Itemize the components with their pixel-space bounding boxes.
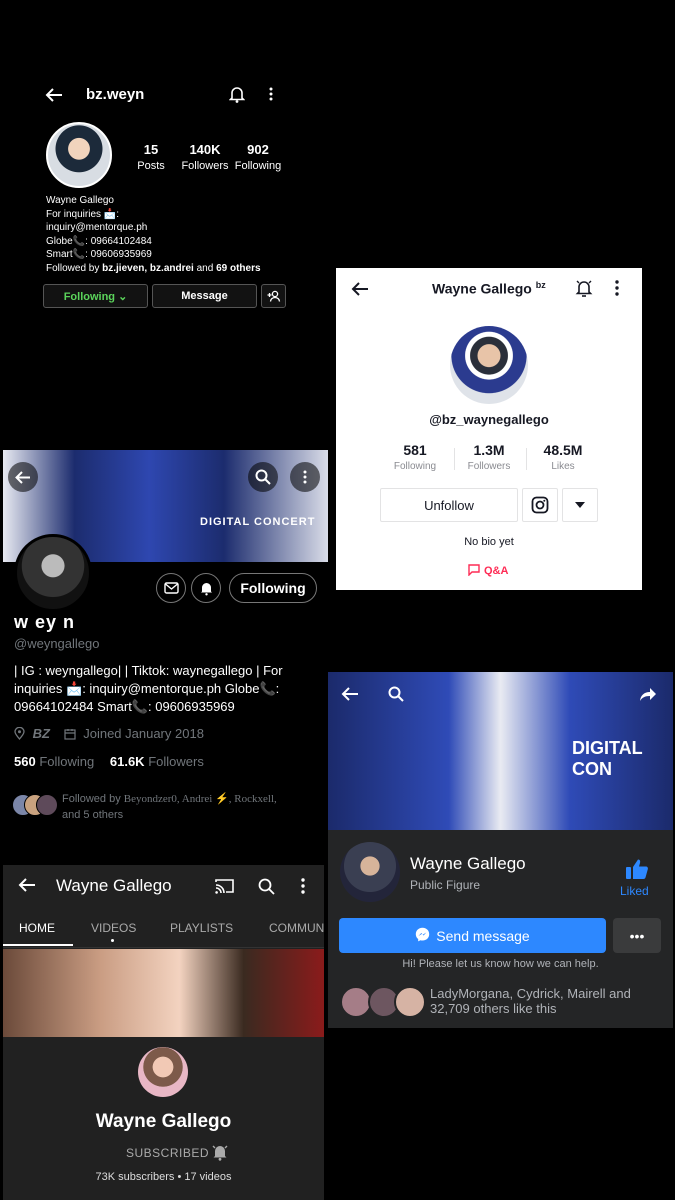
facebook-avatar[interactable] [340, 842, 400, 902]
twitter-location: BZ [32, 726, 50, 741]
add-person-icon[interactable] [261, 284, 286, 308]
youtube-avatar[interactable] [138, 1047, 188, 1097]
twitter-avatar[interactable] [14, 534, 92, 612]
tiktok-handle: @bz_waynegallego [429, 412, 549, 427]
search-icon[interactable] [255, 875, 277, 897]
tab-community[interactable]: COMMUN [269, 921, 324, 935]
tab-videos[interactable]: VIDEOS [91, 921, 136, 935]
twitter-meta: BZ Joined January 2018 [14, 726, 204, 743]
youtube-channel-title: Wayne Gallego [56, 876, 172, 895]
search-icon[interactable] [248, 462, 278, 492]
facebook-page: DIGITAL CON Wayne Gallego Public Figure … [328, 672, 673, 1028]
facebook-cover-text: DIGITAL CON [572, 738, 643, 779]
back-arrow-icon[interactable] [17, 875, 37, 895]
twitter-bio: | IG : weyngallego| | Tiktok: waynegalle… [14, 663, 283, 714]
youtube-banner-image [3, 949, 324, 1037]
location-pin-icon [14, 726, 25, 743]
tiktok-stat-following[interactable]: 581 Following [386, 442, 444, 472]
ig-display-name: Wayne Gallego [46, 195, 114, 206]
twitter-counts[interactable]: 560 Following 61.6K Followers [14, 754, 204, 769]
facebook-page-name: Wayne Gallego [410, 854, 526, 873]
bell-icon[interactable] [574, 278, 594, 298]
bell-icon[interactable] [228, 85, 246, 103]
tiktok-stat-likes: 48.5M Likes [543, 442, 583, 472]
tiktok-stat-followers[interactable]: 1.3M Followers [460, 442, 518, 472]
ig-avatar[interactable] [46, 122, 112, 188]
youtube-channel-stats: 73K subscribers • 17 videos [95, 1171, 232, 1183]
youtube-subscribed-button[interactable]: SUBSCRIBED [126, 1146, 209, 1160]
calendar-icon [63, 728, 76, 743]
ig-bio: Wayne Gallego For inquiries 📩: inquiry@m… [46, 194, 326, 276]
tab-home[interactable]: HOME [19, 921, 55, 935]
ig-bio-line: Smart📞: 09606935969 [46, 249, 152, 261]
more-options-icon[interactable] [610, 278, 624, 298]
search-icon[interactable] [384, 682, 408, 706]
notification-bell-icon[interactable] [191, 573, 221, 603]
twitter-following-button[interactable]: Following [229, 573, 317, 603]
ig-stat-posts[interactable]: 15 Posts [132, 142, 170, 172]
more-options-icon[interactable] [290, 462, 320, 492]
facebook-more-button[interactable]: ••• [613, 918, 661, 953]
share-icon[interactable] [636, 682, 660, 706]
notification-bell-icon[interactable] [210, 1142, 230, 1162]
thumbs-up-icon[interactable] [622, 856, 652, 882]
new-content-dot [111, 939, 114, 942]
ig-bio-line: Globe📞: 09664102484 [46, 235, 152, 247]
qa-icon [468, 564, 480, 579]
twitter-followed-by[interactable]: Followed by Beyondzer0, Andrei ⚡, Rockxe… [62, 791, 322, 823]
liker-avatars [340, 986, 426, 1018]
back-arrow-icon[interactable] [350, 280, 370, 298]
instagram-profile: bz.weyn 15 Posts 140K Followers 902 Followi… [0, 60, 330, 320]
youtube-tabs: HOME VIDEOS PLAYLISTS COMMUN [3, 907, 324, 948]
dropdown-caret-icon[interactable] [562, 488, 598, 522]
ig-followed-by[interactable]: Followed by bz.jieven, bz.andrei and 69 … [46, 262, 326, 276]
tiktok-profile: Wayne Gallego bz @bz_waynegallego 581 Fol… [336, 268, 642, 590]
facebook-page-category: Public Figure [410, 878, 481, 892]
twitter-display-name: w ey n [14, 612, 76, 632]
twitter-profile: DIGITAL CONCERT Following w ey n @weynga… [0, 450, 330, 830]
tiktok-qa-link[interactable]: Q&A [468, 564, 508, 579]
divider [526, 448, 527, 470]
facebook-liked-label[interactable]: Liked [620, 884, 649, 898]
back-arrow-icon[interactable] [338, 682, 362, 706]
ig-message-button[interactable]: Message [152, 284, 257, 308]
facebook-likes-summary[interactable]: LadyMorgana, Cydrick, Mairell and 32,709… [430, 986, 666, 1016]
followers-avatars [12, 794, 58, 816]
back-arrow-icon[interactable] [44, 86, 64, 104]
tiktok-no-bio: No bio yet [464, 536, 514, 548]
ig-stat-followers[interactable]: 140K Followers [180, 142, 230, 172]
tiktok-name: Wayne Gallego bz [432, 280, 546, 297]
twitter-joined: Joined January 2018 [83, 726, 204, 741]
youtube-channel: Wayne Gallego HOME VIDEOS PLAYLISTS COMM… [3, 865, 324, 1200]
ig-stat-following[interactable]: 902 Following [234, 142, 282, 172]
more-options-icon[interactable] [295, 875, 311, 897]
divider [454, 448, 455, 470]
tiktok-unfollow-button[interactable]: Unfollow [380, 488, 518, 522]
active-tab-indicator [3, 944, 73, 946]
twitter-handle: @weyngallego [14, 636, 100, 651]
twitter-banner-text: DIGITAL CONCERT [200, 516, 316, 528]
cast-icon[interactable] [213, 875, 235, 897]
back-arrow-icon[interactable] [8, 462, 38, 492]
tab-playlists[interactable]: PLAYLISTS [170, 921, 233, 935]
ig-bio-line: For inquiries 📩: [46, 208, 120, 220]
ig-bio-email[interactable]: inquiry@mentorque.ph [46, 221, 326, 235]
mail-icon[interactable] [156, 573, 186, 603]
facebook-send-message-button[interactable]: Send message [339, 918, 606, 953]
tiktok-avatar[interactable] [450, 326, 528, 404]
more-options-icon[interactable] [264, 85, 278, 103]
youtube-channel-name: Wayne Gallego [95, 1111, 232, 1132]
ig-username: bz.weyn [86, 86, 145, 103]
ig-following-button[interactable]: Following ⌄ [43, 284, 148, 308]
instagram-icon[interactable] [522, 488, 558, 522]
facebook-help-hint: Hi! Please let us know how we can help. [402, 958, 599, 970]
messenger-icon [415, 927, 430, 945]
